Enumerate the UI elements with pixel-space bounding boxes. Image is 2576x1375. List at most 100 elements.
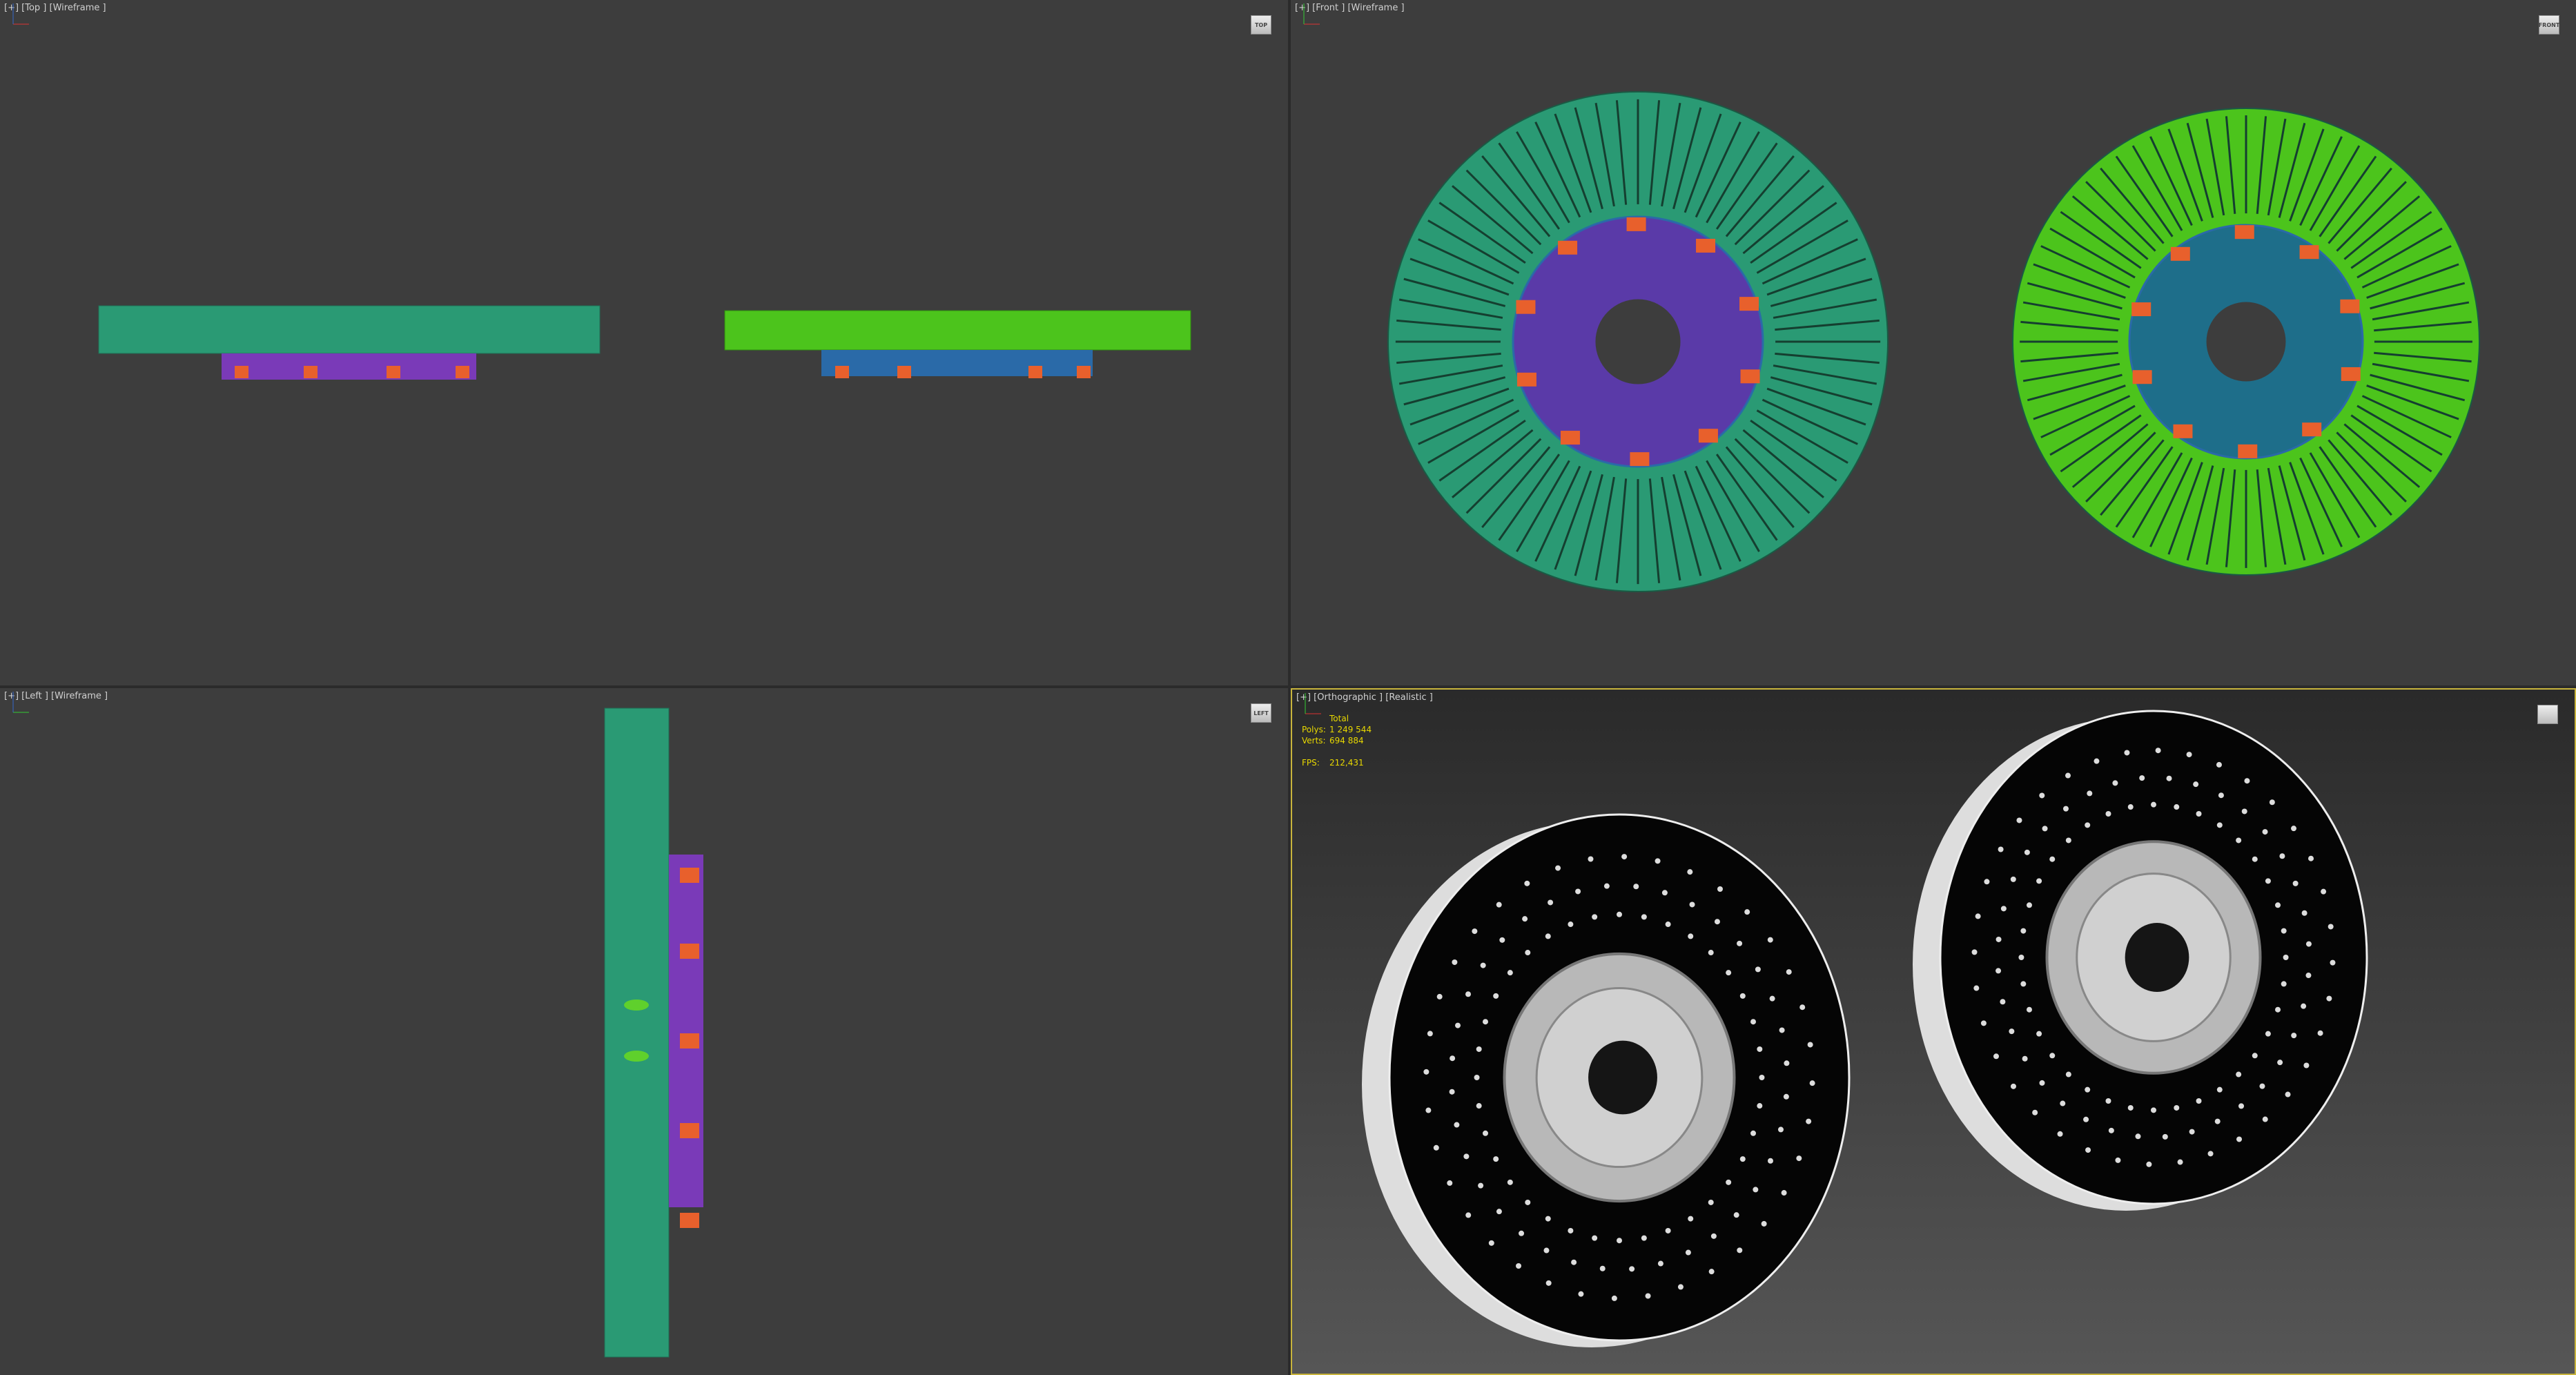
caliper-piston	[2234, 225, 2254, 240]
drill-hole	[1806, 1118, 1812, 1124]
drill-hole	[1519, 1230, 1525, 1236]
drill-hole	[1472, 928, 1478, 935]
front-wireframe	[1387, 91, 2480, 592]
drill-hole	[1588, 856, 1594, 862]
drill-hole	[1482, 1019, 1488, 1025]
drill-hole	[2057, 1131, 2063, 1137]
drill-hole	[2262, 829, 2268, 835]
disc-2-top	[724, 310, 1191, 351]
drill-hole	[1555, 865, 1561, 871]
drill-hole	[1641, 914, 1647, 920]
drill-hole	[1996, 936, 2002, 942]
viewport-left[interactable]: [+] [Left ] [Wireframe ] LEFT	[0, 688, 1288, 1375]
drill-hole	[2065, 1071, 2071, 1077]
drill-hole	[2196, 811, 2202, 817]
drill-hole	[2177, 1159, 2183, 1165]
drill-hole	[2301, 910, 2307, 916]
drill-hole	[2065, 772, 2071, 779]
drill-hole	[2283, 955, 2289, 960]
drill-hole	[1545, 933, 1551, 939]
drill-hole	[1482, 1130, 1488, 1136]
drill-hole	[2301, 1003, 2307, 1009]
drill-hole	[2305, 941, 2312, 947]
drill-hole	[1739, 993, 1746, 999]
drill-hole	[1717, 886, 1723, 893]
drill-hole	[1781, 1190, 1787, 1196]
drill-hole	[1799, 1004, 1806, 1011]
drill-hole	[2275, 1006, 2281, 1013]
drill-hole	[2108, 1127, 2114, 1133]
drill-hole	[1633, 884, 1639, 890]
drill-hole	[1478, 1182, 1484, 1189]
drill-hole	[1685, 1249, 1691, 1256]
drill-hole	[2189, 1129, 2195, 1135]
viewport-top[interactable]: [+] [Top ] [Wireframe ] TOP	[0, 0, 1288, 685]
drill-hole	[1661, 890, 1668, 896]
caliper-piston	[1558, 240, 1578, 255]
drill-hole	[2265, 878, 2271, 884]
drill-hole	[2020, 981, 2027, 987]
caliper-1-top	[222, 353, 476, 380]
drill-hole	[1750, 1019, 1757, 1025]
caliper-piston	[2173, 424, 2193, 438]
drill-hole	[1592, 1235, 1598, 1241]
drill-hole	[2042, 826, 2048, 832]
drill-hole	[2115, 1157, 2121, 1163]
disc-left	[604, 708, 670, 1358]
drill-hole	[2085, 1147, 2091, 1153]
drill-hole	[2214, 1118, 2221, 1124]
drill-hole	[1543, 1247, 1550, 1254]
drill-hole	[2265, 1031, 2271, 1037]
disc-2-render	[1913, 710, 2368, 1211]
drill-hole	[2010, 1083, 2016, 1089]
caliper-piston	[1696, 238, 1716, 253]
drill-hole	[2193, 781, 2199, 788]
drill-hole	[1726, 1179, 1732, 1185]
drill-hole	[1980, 1020, 1987, 1026]
drill-hole	[2151, 1107, 2156, 1113]
caliper-piston	[304, 366, 318, 378]
drill-hole	[1433, 1144, 1439, 1151]
drill-hole	[1665, 1227, 1671, 1233]
drill-hole	[1522, 916, 1528, 922]
caliper-left	[669, 855, 703, 1207]
drill-hole	[1548, 899, 1554, 906]
drill-hole	[1496, 1209, 1502, 1215]
drill-hole	[1655, 858, 1661, 864]
drill-hole	[2174, 804, 2180, 810]
caliper-piston	[1630, 452, 1650, 467]
drill-hole	[1665, 921, 1671, 928]
drill-hole	[1465, 1212, 1472, 1218]
drill-hole	[1525, 950, 1531, 956]
drill-hole	[1599, 1265, 1606, 1271]
disc-1-front	[1387, 91, 1889, 592]
drill-hole	[2236, 1136, 2243, 1142]
viewport-perspective[interactable]: [+] [Orthographic ] [Realistic ] Total P…	[1291, 688, 2576, 1375]
drill-hole	[1779, 1027, 1785, 1033]
drill-hole	[2305, 973, 2312, 979]
drill-hole	[2281, 928, 2287, 934]
drill-hole	[1767, 1158, 1773, 1164]
drill-hole	[2216, 761, 2222, 768]
drill-hole	[1474, 1075, 1480, 1080]
drill-hole	[2279, 853, 2285, 859]
drill-hole	[2162, 1133, 2168, 1140]
drill-hole	[1507, 1179, 1513, 1185]
caliper-piston	[2340, 299, 2360, 313]
drill-hole	[2328, 924, 2334, 930]
viewport-front[interactable]: [+] [Front ] [Wireframe ] FRONT	[1291, 0, 2576, 685]
drill-hole	[1449, 1089, 1455, 1095]
drill-hole	[2291, 1033, 2297, 1039]
caliper-piston	[1077, 366, 1091, 378]
drill-hole	[1737, 940, 1743, 946]
caliper-piston	[680, 944, 699, 959]
drill-hole	[2241, 808, 2247, 815]
drill-hole	[1767, 937, 1773, 943]
axis-gizmo	[1305, 693, 1321, 714]
caliper-piston	[235, 366, 248, 378]
drill-hole	[1708, 1269, 1715, 1275]
drill-hole	[1499, 937, 1505, 943]
drill-hole	[1571, 1259, 1577, 1265]
drill-hole	[1784, 1060, 1790, 1066]
drill-hole	[1708, 1199, 1714, 1205]
